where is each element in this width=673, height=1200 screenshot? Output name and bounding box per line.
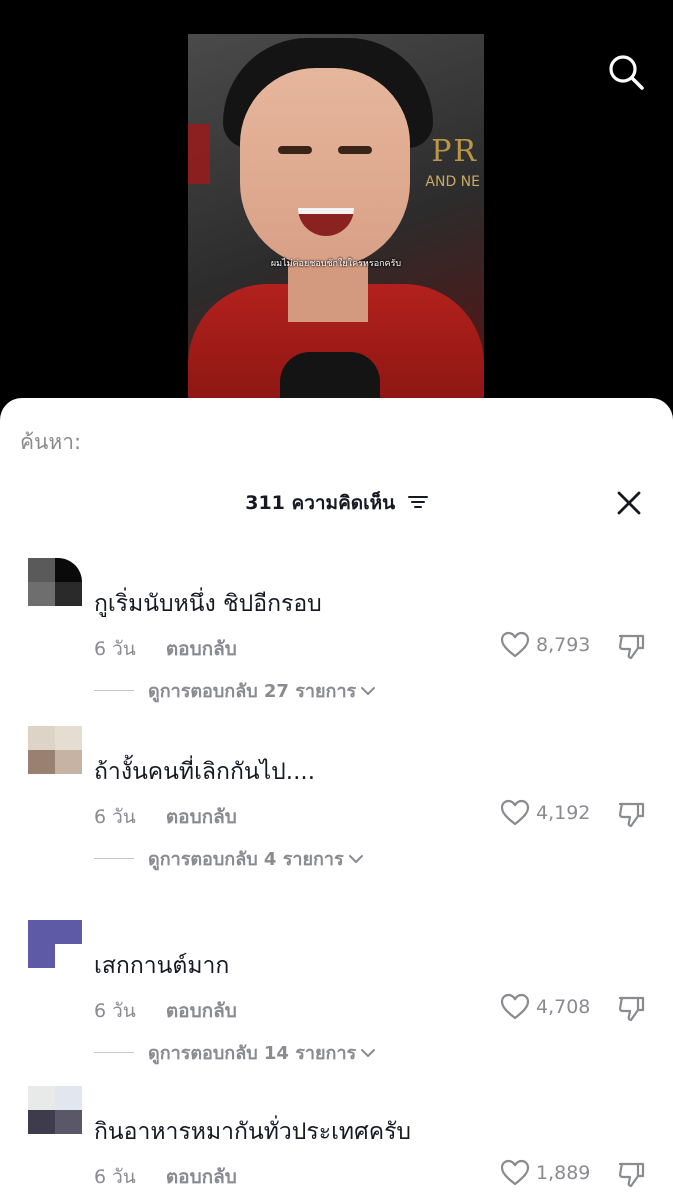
- person-shirt: [280, 352, 380, 400]
- video-subtitle: ผมไม่ค่อยชอบชักใยใครหรอกครับ: [270, 259, 402, 269]
- person-neck: [288, 262, 368, 322]
- like-button[interactable]: 1,889: [500, 1158, 590, 1188]
- heart-icon: [500, 993, 530, 1020]
- comments-header: 311 ความคิดเห็น: [0, 488, 673, 518]
- like-count: 8,793: [536, 634, 591, 656]
- heart-icon: [500, 799, 530, 826]
- close-icon: [617, 491, 641, 515]
- comment-meta: 6 วัน ตอบกลับ: [94, 996, 237, 1026]
- background-poster: [188, 124, 210, 184]
- reply-button[interactable]: ตอบกลับ: [166, 638, 237, 660]
- view-replies-label: ดูการตอบกลับ 4 รายการ: [148, 849, 344, 870]
- comment-item: กูเริ่มนับหนึ่ง ชิปอีกรอบ 6 วัน ตอบกลับ …: [0, 558, 673, 728]
- dislike-button[interactable]: [616, 798, 648, 830]
- thumbs-down-icon: [618, 996, 645, 1022]
- comment-text: กูเริ่มนับหนึ่ง ชิปอีกรอบ: [94, 591, 322, 617]
- like-button[interactable]: 8,793: [500, 630, 590, 660]
- comment-text: ถ้างั้นคนที่เลิกกันไป....: [94, 759, 316, 785]
- dislike-button[interactable]: [616, 1158, 648, 1190]
- heart-icon: [500, 1159, 530, 1186]
- search-suggestion-label[interactable]: ค้นหา:: [20, 426, 81, 459]
- heart-icon: [500, 631, 530, 658]
- view-replies-label: ดูการตอบกลับ 14 รายการ: [148, 1043, 357, 1064]
- video-frame[interactable]: PR AND NE ผมไม่ค่อยชอบชักใยใครหรอกครับ: [188, 34, 484, 400]
- comment-text: เสกกานต์มาก: [94, 953, 230, 979]
- avatar-tile: [55, 1086, 82, 1110]
- avatar[interactable]: [28, 920, 82, 968]
- avatar-tile: [55, 726, 82, 750]
- avatar-tile: [55, 920, 82, 944]
- avatar-tile: [28, 582, 55, 606]
- chevron-down-icon: [361, 686, 376, 695]
- comment-meta: 6 วัน ตอบกลับ: [94, 1162, 237, 1192]
- person-eye-left: [278, 146, 312, 154]
- divider: [94, 858, 134, 859]
- avatar-tile: [28, 944, 55, 968]
- comment-item: ถ้างั้นคนที่เลิกกันไป.... 6 วัน ตอบกลับ …: [0, 726, 673, 896]
- comment-item: เสกกานต์มาก 6 วัน ตอบกลับ 4,708 ดูการตอบ…: [0, 920, 673, 1090]
- like-count: 4,708: [536, 996, 591, 1018]
- background-poster-subtext: AND NE: [425, 174, 480, 190]
- comment-text: กินอาหารหมากันทั่วประเทศครับ: [94, 1119, 412, 1145]
- dislike-button[interactable]: [616, 630, 648, 662]
- avatar-tile: [55, 1110, 82, 1134]
- thumbs-down-icon: [618, 802, 645, 828]
- search-icon: [609, 55, 644, 90]
- comments-sheet: ค้นหา: 311 ความคิดเห็น กูเริ่มนับหนึ่ง ช…: [0, 398, 673, 1200]
- avatar-tile: [28, 750, 55, 774]
- view-replies-button[interactable]: ดูการตอบกลับ 14 รายการ: [94, 1038, 376, 1067]
- chevron-down-icon: [348, 854, 363, 863]
- sort-icon[interactable]: [407, 493, 428, 515]
- avatar[interactable]: [28, 726, 82, 774]
- view-replies-button[interactable]: ดูการตอบกลับ 27 รายการ: [94, 676, 376, 705]
- avatar-tile: [55, 582, 82, 606]
- comment-item: กินอาหารหมากันทั่วประเทศครับ 6 วัน ตอบกล…: [0, 1086, 673, 1200]
- thumbs-down-icon: [618, 634, 645, 660]
- divider: [94, 1052, 134, 1053]
- avatar[interactable]: [28, 1086, 82, 1134]
- avatar-tile: [55, 750, 82, 774]
- comment-meta: 6 วัน ตอบกลับ: [94, 802, 237, 832]
- video-player[interactable]: PR AND NE ผมไม่ค่อยชอบชักใยใครหรอกครับ: [0, 0, 673, 420]
- avatar-tile: [28, 558, 55, 582]
- reply-button[interactable]: ตอบกลับ: [166, 1000, 237, 1022]
- comments-count: 311 ความคิดเห็น: [245, 492, 396, 514]
- comment-time: 6 วัน: [94, 1166, 136, 1188]
- avatar-tile: [28, 1086, 55, 1110]
- reply-button[interactable]: ตอบกลับ: [166, 1166, 237, 1188]
- avatar-tile: [55, 944, 82, 968]
- search-button[interactable]: [606, 52, 646, 92]
- view-replies-label: ดูการตอบกลับ 27 รายการ: [148, 681, 357, 702]
- person-eye-right: [338, 146, 372, 154]
- divider: [94, 690, 134, 691]
- thumbs-down-icon: [618, 1162, 645, 1188]
- avatar-tile: [55, 558, 82, 582]
- close-button[interactable]: [612, 486, 646, 520]
- avatar[interactable]: [28, 558, 82, 606]
- comment-time: 6 วัน: [94, 638, 136, 660]
- avatar-tile: [28, 1110, 55, 1134]
- background-poster-text: PR: [431, 134, 478, 169]
- like-count: 4,192: [536, 802, 591, 824]
- comment-time: 6 วัน: [94, 806, 136, 828]
- avatar-tile: [28, 920, 55, 944]
- dislike-button[interactable]: [616, 992, 648, 1024]
- comment-time: 6 วัน: [94, 1000, 136, 1022]
- reply-button[interactable]: ตอบกลับ: [166, 806, 237, 828]
- like-count: 1,889: [536, 1162, 591, 1184]
- avatar-tile: [28, 726, 55, 750]
- like-button[interactable]: 4,708: [500, 992, 590, 1022]
- comment-meta: 6 วัน ตอบกลับ: [94, 634, 237, 664]
- chevron-down-icon: [361, 1048, 376, 1057]
- like-button[interactable]: 4,192: [500, 798, 590, 828]
- view-replies-button[interactable]: ดูการตอบกลับ 4 รายการ: [94, 844, 364, 873]
- person-face: [240, 68, 410, 268]
